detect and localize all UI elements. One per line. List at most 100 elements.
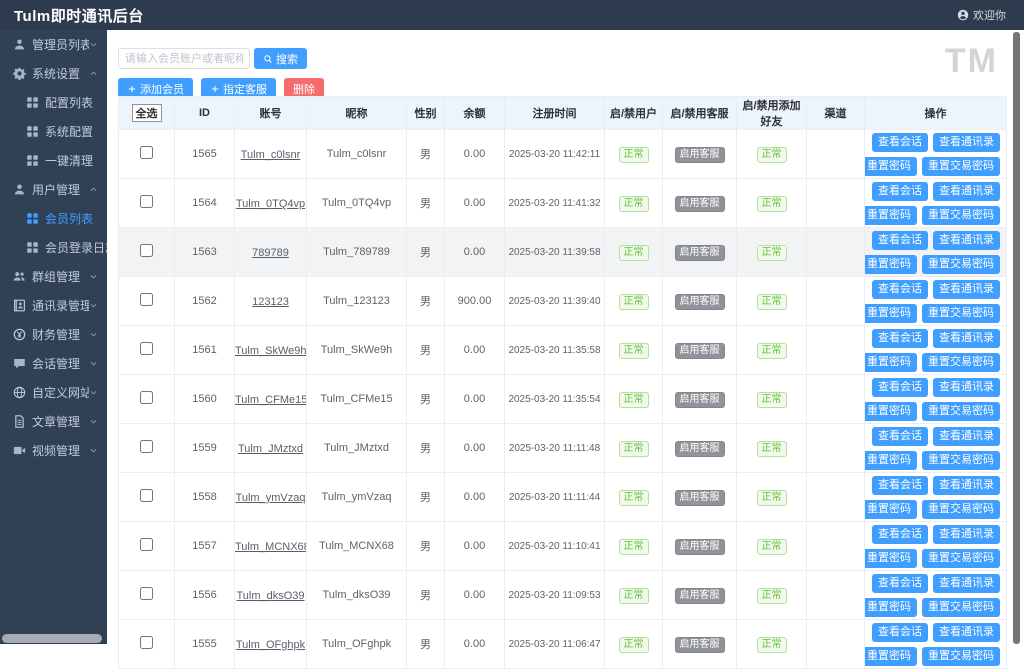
sidebar-item-管理员列表[interactable]: 管理员列表 xyxy=(0,30,107,59)
user-status-badge[interactable]: 正常 xyxy=(619,343,649,359)
view-session-button[interactable]: 查看会话 xyxy=(872,231,928,250)
reset-password-button[interactable]: 重置密码 xyxy=(865,500,918,519)
reset-trade-password-button[interactable]: 重置交易密码 xyxy=(922,451,1000,470)
account-link[interactable]: 123123 xyxy=(252,296,289,308)
sidebar-item-文章管理[interactable]: 文章管理 xyxy=(0,407,107,436)
view-contacts-button[interactable]: 查看通讯录 xyxy=(933,574,1000,593)
horizontal-scrollbar[interactable] xyxy=(2,634,102,643)
sidebar-item-系统设置[interactable]: 系统设置 xyxy=(0,59,107,88)
user-status-badge[interactable]: 正常 xyxy=(619,490,649,506)
user-status-badge[interactable]: 正常 xyxy=(619,392,649,408)
row-checkbox[interactable] xyxy=(140,146,153,159)
row-checkbox[interactable] xyxy=(140,195,153,208)
account-link[interactable]: Tulm_MCNX68 xyxy=(235,541,307,553)
friend-status-badge[interactable]: 正常 xyxy=(757,343,787,359)
friend-status-badge[interactable]: 正常 xyxy=(757,539,787,555)
row-checkbox[interactable] xyxy=(140,538,153,551)
view-contacts-button[interactable]: 查看通讯录 xyxy=(933,329,1000,348)
sidebar-item-用户管理[interactable]: 用户管理 xyxy=(0,175,107,204)
reset-password-button[interactable]: 重置密码 xyxy=(865,255,918,274)
view-contacts-button[interactable]: 查看通讯录 xyxy=(933,280,1000,299)
view-contacts-button[interactable]: 查看通讯录 xyxy=(933,427,1000,446)
reset-trade-password-button[interactable]: 重置交易密码 xyxy=(922,647,1000,666)
reset-password-button[interactable]: 重置密码 xyxy=(865,647,918,666)
friend-status-badge[interactable]: 正常 xyxy=(757,637,787,653)
user-status-badge[interactable]: 正常 xyxy=(619,441,649,457)
reset-password-button[interactable]: 重置密码 xyxy=(865,402,918,421)
account-link[interactable]: Tulm_CFMe15 xyxy=(235,394,307,406)
vertical-scrollbar[interactable] xyxy=(1013,32,1020,644)
welcome-menu[interactable]: 欢迎你 xyxy=(957,7,1006,23)
row-checkbox[interactable] xyxy=(140,244,153,257)
view-contacts-button[interactable]: 查看通讯录 xyxy=(933,476,1000,495)
view-contacts-button[interactable]: 查看通讯录 xyxy=(933,378,1000,397)
account-link[interactable]: Tulm_SkWe9h xyxy=(235,345,307,357)
service-status-badge[interactable]: 启用客服 xyxy=(675,196,725,212)
reset-trade-password-button[interactable]: 重置交易密码 xyxy=(922,500,1000,519)
service-status-badge[interactable]: 启用客服 xyxy=(675,441,725,457)
friend-status-badge[interactable]: 正常 xyxy=(757,490,787,506)
reset-trade-password-button[interactable]: 重置交易密码 xyxy=(922,206,1000,225)
sidebar-item-配置列表[interactable]: 配置列表 xyxy=(0,88,107,117)
service-status-badge[interactable]: 启用客服 xyxy=(675,637,725,653)
reset-trade-password-button[interactable]: 重置交易密码 xyxy=(922,549,1000,568)
user-status-badge[interactable]: 正常 xyxy=(619,147,649,163)
reset-password-button[interactable]: 重置密码 xyxy=(865,598,918,617)
account-link[interactable]: Tulm_OFghpk xyxy=(236,639,305,651)
account-link[interactable]: Tulm_c0lsnr xyxy=(241,149,301,161)
row-checkbox[interactable] xyxy=(140,636,153,649)
sidebar-item-会员列表[interactable]: 会员列表 xyxy=(0,204,107,233)
friend-status-badge[interactable]: 正常 xyxy=(757,196,787,212)
friend-status-badge[interactable]: 正常 xyxy=(757,147,787,163)
select-all-button[interactable]: 全选 xyxy=(132,104,162,122)
reset-password-button[interactable]: 重置密码 xyxy=(865,451,918,470)
sidebar-item-通讯录管理[interactable]: 通讯录管理 xyxy=(0,291,107,320)
search-button[interactable]: 搜索 xyxy=(254,48,307,69)
sidebar-item-群组管理[interactable]: 群组管理 xyxy=(0,262,107,291)
user-status-badge[interactable]: 正常 xyxy=(619,637,649,653)
reset-password-button[interactable]: 重置密码 xyxy=(865,304,918,323)
account-link[interactable]: Tulm_0TQ4vp xyxy=(236,198,305,210)
friend-status-badge[interactable]: 正常 xyxy=(757,245,787,261)
reset-trade-password-button[interactable]: 重置交易密码 xyxy=(922,353,1000,372)
sidebar-item-会员登录日志[interactable]: 会员登录日志 xyxy=(0,233,107,262)
sidebar-item-自定义网站[interactable]: 自定义网站 xyxy=(0,378,107,407)
friend-status-badge[interactable]: 正常 xyxy=(757,392,787,408)
view-session-button[interactable]: 查看会话 xyxy=(872,133,928,152)
sidebar-item-一键清理[interactable]: 一键清理 xyxy=(0,146,107,175)
search-input[interactable] xyxy=(118,48,250,69)
account-link[interactable]: 789789 xyxy=(252,247,289,259)
view-session-button[interactable]: 查看会话 xyxy=(872,329,928,348)
reset-password-button[interactable]: 重置密码 xyxy=(865,206,918,225)
view-session-button[interactable]: 查看会话 xyxy=(872,280,928,299)
view-session-button[interactable]: 查看会话 xyxy=(872,574,928,593)
sidebar-item-财务管理[interactable]: 财务管理 xyxy=(0,320,107,349)
service-status-badge[interactable]: 启用客服 xyxy=(675,245,725,261)
reset-trade-password-button[interactable]: 重置交易密码 xyxy=(922,157,1000,176)
view-contacts-button[interactable]: 查看通讯录 xyxy=(933,525,1000,544)
user-status-badge[interactable]: 正常 xyxy=(619,294,649,310)
reset-trade-password-button[interactable]: 重置交易密码 xyxy=(922,598,1000,617)
user-status-badge[interactable]: 正常 xyxy=(619,245,649,261)
reset-trade-password-button[interactable]: 重置交易密码 xyxy=(922,402,1000,421)
service-status-badge[interactable]: 启用客服 xyxy=(675,147,725,163)
user-status-badge[interactable]: 正常 xyxy=(619,539,649,555)
user-status-badge[interactable]: 正常 xyxy=(619,588,649,604)
view-session-button[interactable]: 查看会话 xyxy=(872,623,928,642)
row-checkbox[interactable] xyxy=(140,489,153,502)
service-status-badge[interactable]: 启用客服 xyxy=(675,343,725,359)
service-status-badge[interactable]: 启用客服 xyxy=(675,588,725,604)
account-link[interactable]: Tulm_dksO39 xyxy=(236,590,304,602)
view-session-button[interactable]: 查看会话 xyxy=(872,525,928,544)
service-status-badge[interactable]: 启用客服 xyxy=(675,294,725,310)
service-status-badge[interactable]: 启用客服 xyxy=(675,490,725,506)
service-status-badge[interactable]: 启用客服 xyxy=(675,392,725,408)
friend-status-badge[interactable]: 正常 xyxy=(757,441,787,457)
view-contacts-button[interactable]: 查看通讯录 xyxy=(933,623,1000,642)
row-checkbox[interactable] xyxy=(140,391,153,404)
reset-password-button[interactable]: 重置密码 xyxy=(865,157,918,176)
reset-trade-password-button[interactable]: 重置交易密码 xyxy=(922,255,1000,274)
view-contacts-button[interactable]: 查看通讯录 xyxy=(933,133,1000,152)
service-status-badge[interactable]: 启用客服 xyxy=(675,539,725,555)
account-link[interactable]: Tulm_JMztxd xyxy=(238,443,303,455)
